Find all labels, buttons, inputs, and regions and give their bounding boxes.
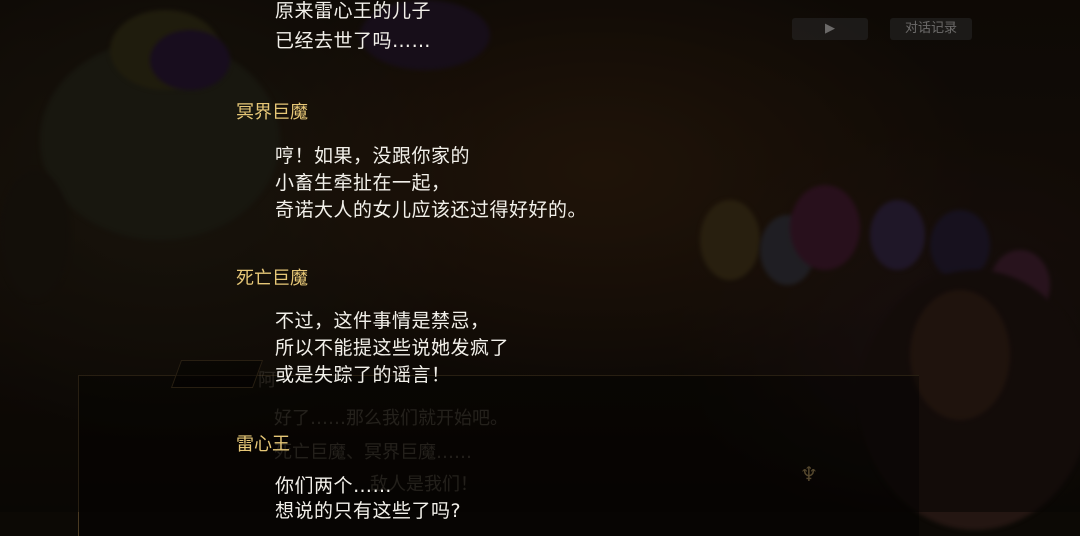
dialogue-line: 所以不能提这些说她发疯了: [275, 337, 510, 359]
dialogue-line: 你们两个……: [275, 475, 393, 497]
dialogue-line: 想说的只有这些了吗?: [275, 500, 462, 522]
dialogue-line: 或是失踪了的谣言！: [275, 364, 451, 386]
dialogue-line: 不过，这件事情是禁忌，: [275, 310, 490, 332]
speaker-name: 雷心王: [236, 434, 290, 455]
speaker-name: 死亡巨魔: [236, 268, 308, 289]
dialogue-line: 奇诺大人的女儿应该还过得好好的。: [275, 199, 588, 221]
speaker-name: 冥界巨魔: [236, 102, 308, 123]
dialogue-line: 原来雷心王的儿子: [275, 0, 432, 22]
dialogue-line: 已经去世了吗……: [275, 30, 432, 52]
dialogue-log[interactable]: 原来雷心王的儿子 已经去世了吗…… 冥界巨魔 哼！如果，没跟你家的 小畜生牵扯在…: [0, 0, 1080, 522]
dialogue-line: 哼！如果，没跟你家的: [275, 145, 471, 167]
dialogue-line: 小畜生牵扯在一起，: [275, 172, 451, 194]
